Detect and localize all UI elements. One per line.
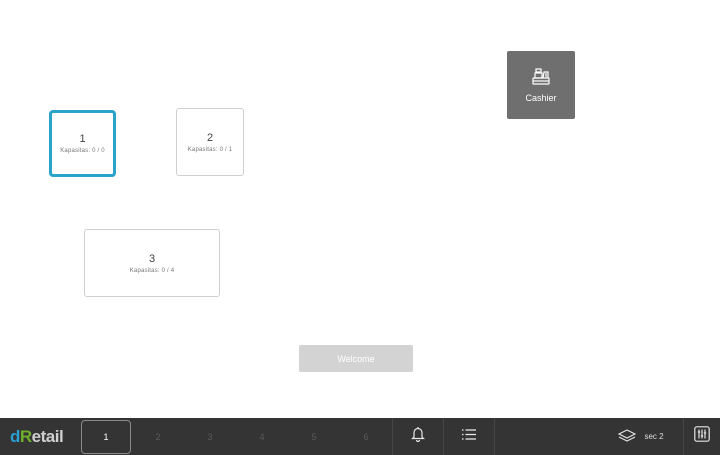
list-icon [461,428,477,446]
section-label: sec 2 [644,432,664,441]
page-tab-2[interactable]: 2 [132,418,184,455]
table-3[interactable]: 3 Kapasitas: 0 / 4 [84,229,220,297]
table-capacity: Kapasitas: 0 / 0 [60,148,105,154]
cashier-label: Cashier [525,92,557,103]
page-tab-1[interactable]: 1 [81,419,131,454]
page-tab-4[interactable]: 4 [236,418,288,455]
cashier-button[interactable]: Cashier [507,51,575,119]
divider [494,418,495,455]
table-capacity: Kapasitas: 0 / 4 [129,267,175,274]
table-1[interactable]: 1 Kapasitas: 0 / 0 [49,110,116,177]
settings-button[interactable] [684,418,720,455]
notification-button[interactable] [393,418,443,455]
sliders-icon [694,426,710,447]
floor-plan: 1 Kapasitas: 0 / 0 2 Kapasitas: 0 / 1 3 … [0,0,720,418]
app-logo: dRetail [10,426,64,446]
section-selector[interactable]: sec 2 [599,428,683,445]
layers-icon [618,428,637,445]
page-tab-6[interactable]: 6 [340,418,392,455]
table-capacity: Kapasitas: 0 / 1 [187,146,233,153]
table-number: 1 [79,133,86,145]
bottom-bar: dRetail 1 2 3 4 5 6 sec 2 [0,418,720,455]
table-number: 2 [206,131,214,144]
welcome-button[interactable]: Welcome [299,345,413,372]
page-tab-3[interactable]: 3 [184,418,236,455]
bell-icon [411,426,425,447]
cash-register-icon [531,67,551,91]
welcome-label: Welcome [337,353,375,364]
list-button[interactable] [444,418,494,455]
table-number: 3 [148,252,156,265]
page-tab-5[interactable]: 5 [288,418,340,455]
table-2[interactable]: 2 Kapasitas: 0 / 1 [176,108,244,176]
